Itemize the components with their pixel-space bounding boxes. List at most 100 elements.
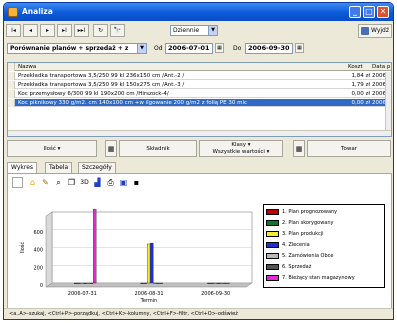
bar-2-plan-skorygowany-2006-09-30 [210,282,214,284]
row-name: Przekładka transportowa 3,5/250 99 kl 23… [18,73,185,79]
column-header-cost[interactable]: Koszt [348,63,370,71]
open-folder-icon[interactable]: ⌂ [27,177,38,188]
chart-type-icon[interactable]: ▟ [92,177,103,188]
row-name: Koc piknikowy 330 g/m2. cm 140x100 cm +w… [18,100,248,106]
classes-dropdown[interactable]: Klasy ▾ Wszystkie wartości ▾ [199,140,283,157]
component-button[interactable]: Składnik [119,140,197,157]
row-marker [8,72,15,80]
app-icon [8,7,18,17]
analysis-window: Analiza _ □ ✕ I◂ ◂ ▸ ▸I ▸▸I ↻ 🔭 Dziennie… [3,2,394,320]
grid-icon[interactable]: ▦ [105,140,117,157]
legend-entry: 5. Zamówienia Obce [266,252,333,262]
grid-header: Nazwa Koszt Data p [8,63,391,71]
from-calendar-icon[interactable]: ▦ [215,43,224,53]
bar-3-plan-produkcji-2006-08-31 [147,243,151,284]
edit-icon[interactable]: ✎ [40,177,51,188]
row-marker: ▸ [8,99,15,107]
print-icon[interactable]: ⎙ [105,177,116,188]
bar-6-sprzeda--2006-07-31 [89,282,94,284]
row-marker [8,81,15,89]
grid-horizontal-scrollbar[interactable] [8,130,391,136]
legend-swatch [266,219,279,226]
chart-panel: ⌂ ✎ ⌕ ❐ 3D ▟ ⎙ ▣ ▪ 0 200 400 600 Ilość 2006-0… [7,173,392,309]
copy-icon[interactable]: ❐ [66,177,77,188]
legend-swatch [266,274,279,281]
x-tick-label: 2006-07-31 [68,291,97,297]
to-date-input[interactable]: 2006-09-30 [245,43,293,54]
bar-5-zam-wienia-obce-2006-07-31 [86,282,90,284]
row-marker [8,63,15,71]
row-name: Koc przemysłowy 6/300 99 kl 190x200 cm /… [18,91,169,97]
x-axis-label: Termin [140,298,158,304]
tab-details[interactable]: Szczegóły [78,162,116,173]
table-row-selected[interactable]: ▸ Koc piknikowy 330 g/m2. cm 140x100 cm … [8,99,391,107]
grid-icon[interactable]: ▦ [293,140,305,157]
bar-5-zam-wienia-obce-2006-08-31 [153,282,157,284]
period-select-value: Dziennie [173,27,200,34]
legend-swatch [266,230,279,237]
classes-value: Wszystkie wartości ▾ [212,149,270,155]
maximize-button[interactable]: □ [363,6,375,18]
bar-3-plan-produkcji-2006-09-30 [213,282,217,284]
chevron-down-icon: ▼ [208,26,217,35]
last-record-button[interactable]: ▸I [57,24,72,37]
close-button[interactable]: ✕ [377,6,389,18]
save-icon[interactable]: ▪ [131,177,142,188]
title-bar: Analiza _ □ ✕ [4,3,393,21]
refresh-icon[interactable]: ↻ [93,24,108,37]
classes-label: Klasy ▾ [231,142,251,148]
binoculars-icon[interactable]: 🔭 [110,24,125,37]
bar-7-bie-cy-stan-magazynowy-2006-08-31 [159,282,163,284]
bar-6-sprzeda--2006-08-31 [156,282,160,284]
window-title: Analiza [22,7,53,16]
previous-record-button[interactable]: ◂ [23,24,38,37]
first-record-button[interactable]: I◂ [6,24,21,37]
bar-6-sprzeda--2006-09-30 [223,282,227,284]
row-cost: 0,00 zł [351,100,370,106]
bar-2-plan-skorygowany-2006-08-31 [143,282,147,284]
end-button[interactable]: ▸▸I [74,24,89,37]
legend-swatch [266,241,279,248]
y-axis-label: Ilość [19,242,26,254]
legend-entry: 3. Plan produkcji [266,230,324,240]
blank-page-icon[interactable] [12,177,23,188]
column-header-date[interactable]: Data p [372,63,391,71]
to-label: Do [233,45,242,52]
legend-swatch [266,252,279,259]
bar-7-bie-cy-stan-magazynowy-2006-09-30 [226,282,230,284]
exit-button[interactable]: Wyjdź [358,24,392,38]
export-icon[interactable]: ▣ [118,177,129,188]
bar-2-plan-skorygowany-2006-07-31 [77,282,81,284]
column-header-name[interactable]: Nazwa [18,63,318,71]
minimize-button[interactable]: _ [349,6,361,18]
bar-1-plan-prognozowany-2006-08-31 [140,282,144,284]
next-record-button[interactable]: ▸ [40,24,55,37]
legend-label: 2. Plan skorygowany [282,220,334,226]
to-calendar-icon[interactable]: ▦ [295,43,304,53]
legend-label: 4. Zlecenia [282,242,310,248]
product-button[interactable]: Towar [307,140,391,157]
chart-legend: 1. Plan prognozowany 2. Plan skorygowany 3… [263,204,385,288]
y-tick-label: 400 [33,248,43,254]
from-date-input[interactable]: 2006-07-01 [165,43,213,54]
legend-swatch [266,208,279,215]
zoom-icon[interactable]: ⌕ [53,177,64,188]
bar-4-zlecenia-2006-09-30 [216,282,221,284]
quantity-dropdown[interactable]: Ilość ▾ [7,140,97,157]
table-row[interactable]: Przekładka transportowa 3,5/250 99 kl 15… [8,81,391,89]
comparison-select[interactable]: Porównanie planów + sprzedaż + z ▼ [7,43,147,54]
legend-label: 3. Plan produkcji [282,231,324,237]
legend-entry: 1. Plan prognozowany [266,208,337,218]
bar-5-zam-wienia-obce-2006-09-30 [220,282,224,284]
tab-table[interactable]: Tabela [45,162,73,173]
y-tick-label: 200 [33,265,43,271]
exit-button-label: Wyjdź [371,27,390,34]
chevron-down-icon: ▼ [137,44,146,53]
bar-4-zlecenia-2006-07-31 [83,282,87,284]
grouping-bar: Ilość ▾ ▦ Składnik Klasy ▾ Wszystkie war… [7,140,392,158]
table-row[interactable]: Koc przemysłowy 6/300 99 kl 190x200 cm /… [8,90,391,98]
3d-icon[interactable]: 3D [79,177,90,188]
table-row[interactable]: Przekładka transportowa 3,5/250 99 kl 23… [8,72,391,80]
grid-vertical-scrollbar[interactable] [385,72,391,136]
period-select[interactable]: Dziennie ▼ [170,25,218,36]
